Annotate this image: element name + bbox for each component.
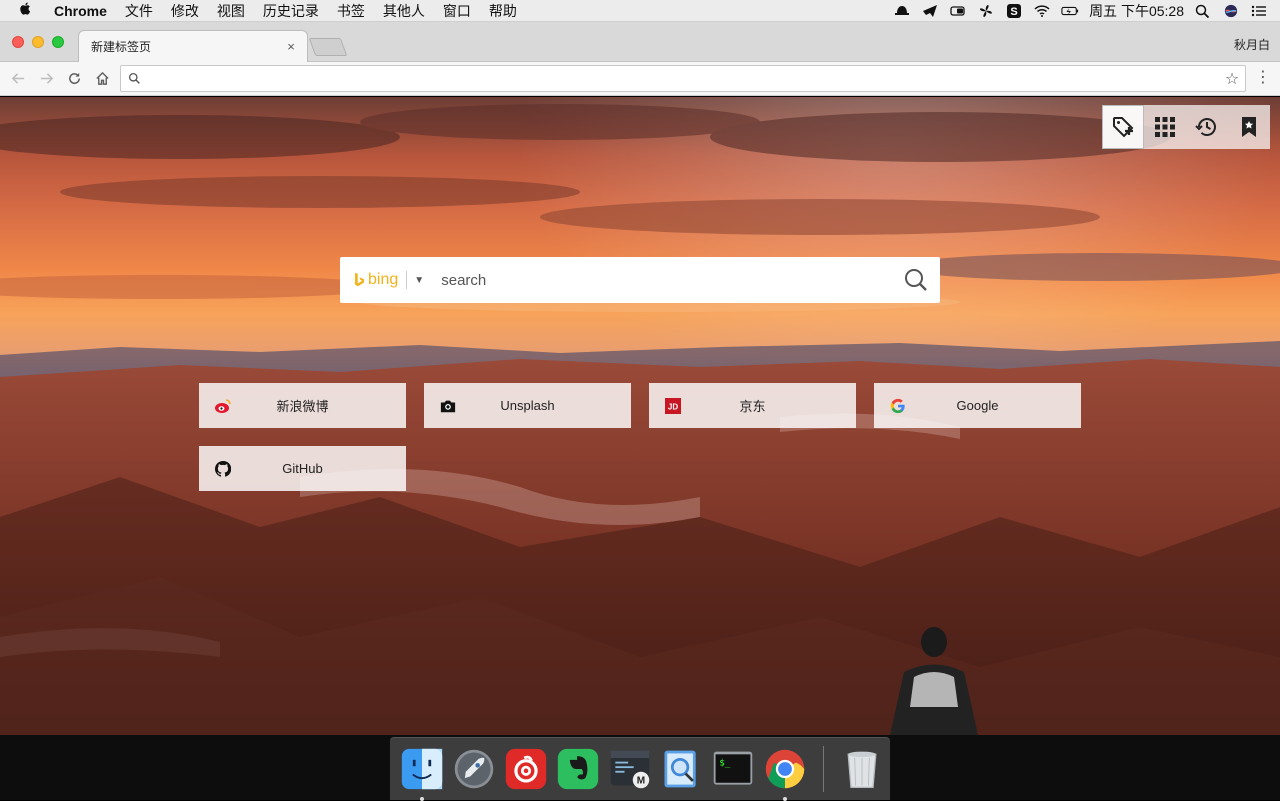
hat-icon[interactable] <box>893 4 911 18</box>
running-indicator <box>783 797 788 801</box>
dock-trash[interactable] <box>838 745 886 793</box>
address-bar[interactable]: ☆ <box>120 65 1246 92</box>
battery-icon[interactable] <box>1061 4 1079 18</box>
dock-divider <box>823 746 825 792</box>
tab-strip: 新建标签页 × 秋月白 <box>0 22 1280 62</box>
terminal-icon: $_ <box>714 751 753 785</box>
s-app-icon[interactable]: S <box>1005 4 1023 18</box>
menu-history[interactable]: 历史记录 <box>263 1 319 21</box>
markdown-editor-icon: M <box>610 750 649 789</box>
address-input[interactable] <box>147 71 1219 86</box>
extension-toolbar <box>1102 105 1270 149</box>
menu-window[interactable]: 窗口 <box>443 1 471 21</box>
dock-terminal[interactable]: $_ <box>709 745 757 793</box>
apple-menu-icon[interactable] <box>18 1 40 20</box>
netease-music-icon <box>505 748 546 790</box>
tile-github[interactable]: GitHub <box>199 446 406 491</box>
dock-chrome[interactable] <box>761 745 809 801</box>
chrome-menu-icon[interactable]: ⋮ <box>1254 68 1272 88</box>
browser-toolbar: ☆ ⋮ <box>0 62 1280 96</box>
tile-google[interactable]: Google <box>874 383 1081 428</box>
menu-chrome[interactable]: Chrome <box>54 3 107 19</box>
evernote-icon <box>557 748 598 790</box>
menu-edit[interactable]: 修改 <box>171 1 199 21</box>
dock-evernote[interactable] <box>554 745 602 793</box>
tile-label: 新浪微博 <box>276 399 329 414</box>
siri-icon[interactable] <box>1222 4 1240 18</box>
tile-jd[interactable]: JD 京东 <box>649 383 856 428</box>
history-icon[interactable] <box>1186 105 1228 149</box>
new-tab-button[interactable] <box>308 38 348 56</box>
svg-text:JD: JD <box>668 402 678 411</box>
background-landscape <box>0 104 1280 735</box>
close-tab-icon[interactable]: × <box>283 39 299 55</box>
menu-file[interactable]: 文件 <box>125 1 153 21</box>
minimize-window-button[interactable] <box>32 36 44 48</box>
macos-menubar: Chrome 文件 修改 视图 历史记录 书签 其他人 窗口 帮助 S 周五 下… <box>0 0 1280 22</box>
search-icon[interactable] <box>1194 4 1212 18</box>
tile-label: Google <box>956 398 999 413</box>
trash-icon <box>847 751 877 789</box>
close-window-button[interactable] <box>12 36 24 48</box>
search-submit-icon[interactable] <box>892 257 940 303</box>
search-engine-name: bing <box>368 271 399 288</box>
send-icon[interactable] <box>921 4 939 18</box>
tile-label: 京东 <box>739 399 766 414</box>
safari-inspector-icon <box>664 750 697 788</box>
bookmark-star-icon[interactable]: ☆ <box>1219 69 1245 89</box>
dock: M $_ <box>390 737 890 801</box>
back-button[interactable] <box>4 65 32 93</box>
chrome-icon <box>765 749 805 789</box>
search-box: bing ▼ <box>340 257 940 303</box>
dock-web-inspector[interactable] <box>657 745 705 793</box>
jd-icon: JD <box>664 397 682 415</box>
dock-finder[interactable] <box>398 745 446 801</box>
wifi-icon[interactable] <box>1033 4 1051 18</box>
svg-text:M: M <box>636 776 644 787</box>
tab-title: 新建标签页 <box>91 40 152 54</box>
rocket-icon <box>454 749 494 789</box>
running-indicator <box>420 797 424 801</box>
new-tab-page: bing ▼ 新浪微博 Unsplash JD 京东 <box>0 97 1280 735</box>
tab-new-tab[interactable]: 新建标签页 × <box>78 30 308 62</box>
profile-button[interactable]: 秋月白 <box>1234 36 1270 53</box>
apps-grid-icon[interactable] <box>1144 105 1186 149</box>
home-button[interactable] <box>88 65 116 93</box>
chevron-down-icon[interactable]: ▼ <box>413 275 425 286</box>
tile-weibo[interactable]: 新浪微博 <box>199 383 406 428</box>
weibo-icon <box>214 397 232 415</box>
status-area: S 周五 下午05:28 <box>893 0 1268 22</box>
menu-bookmarks[interactable]: 书签 <box>337 1 365 21</box>
engine-divider <box>406 271 408 289</box>
reload-button[interactable] <box>60 65 88 93</box>
svg-text:S: S <box>1010 6 1017 18</box>
forward-button[interactable] <box>32 65 60 93</box>
window-controls <box>12 36 64 48</box>
fan-icon[interactable] <box>977 4 995 18</box>
dock-launchpad[interactable] <box>450 745 498 793</box>
dock-netease-music[interactable] <box>502 745 550 793</box>
search-engine-selector[interactable]: bing ▼ <box>354 257 425 303</box>
clock[interactable]: 周五 下午05:28 <box>1089 1 1184 21</box>
zoom-window-button[interactable] <box>52 36 64 48</box>
finder-icon <box>401 748 443 790</box>
tile-label: GitHub <box>282 461 323 476</box>
dock-markdown-editor[interactable]: M <box>606 745 654 793</box>
github-icon <box>214 460 232 478</box>
list-icon[interactable] <box>1250 4 1268 18</box>
battery-toggle-icon[interactable] <box>949 4 967 18</box>
bing-logo-icon: bing <box>354 271 398 289</box>
tile-unsplash[interactable]: Unsplash <box>424 383 631 428</box>
menu-help[interactable]: 帮助 <box>489 1 517 21</box>
google-icon <box>889 397 907 415</box>
camera-icon <box>439 397 457 415</box>
search-input[interactable] <box>441 271 892 289</box>
omnibox-search-icon <box>121 72 147 85</box>
tile-label: Unsplash <box>500 398 555 413</box>
bookmark-icon[interactable] <box>1228 105 1270 149</box>
menu-people[interactable]: 其他人 <box>383 1 425 21</box>
svg-text:$_: $_ <box>720 757 732 768</box>
menu-view[interactable]: 视图 <box>217 1 245 21</box>
add-bookmark-icon[interactable] <box>1102 105 1144 149</box>
